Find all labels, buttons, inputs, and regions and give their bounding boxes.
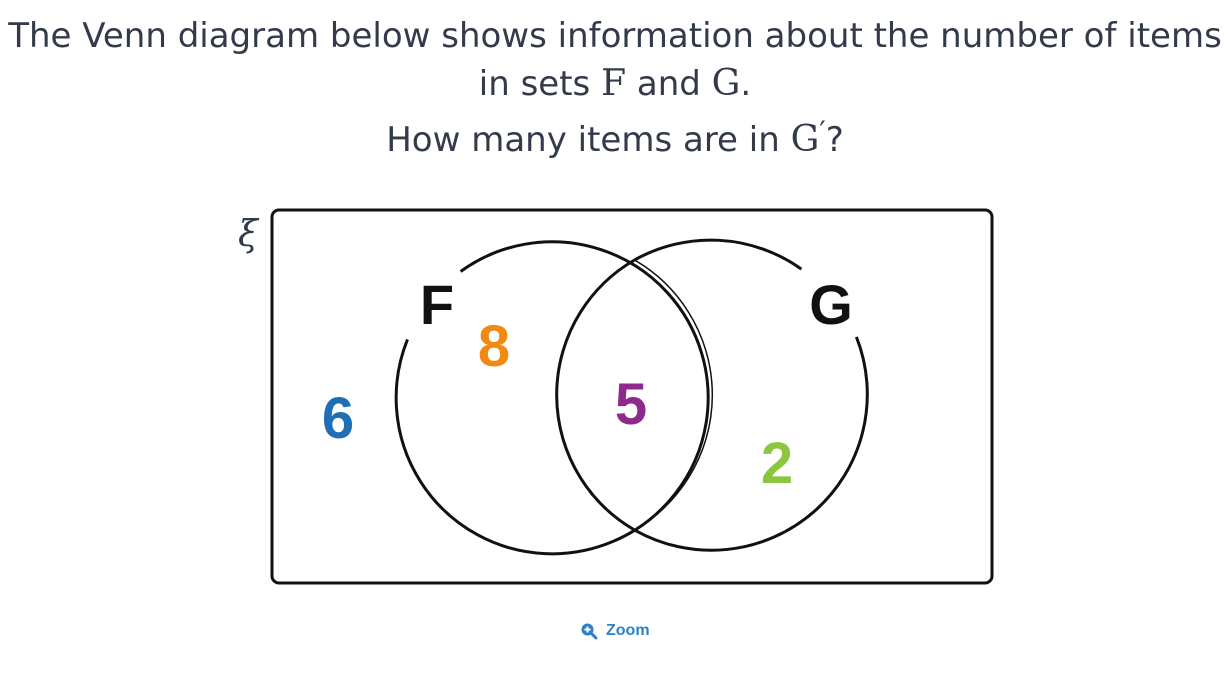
zoom-button[interactable]: Zoom	[580, 618, 650, 644]
region-intersection-value: 5	[615, 372, 647, 437]
region-f-only-value: 8	[478, 314, 510, 379]
universal-set-symbol: ξ	[238, 214, 260, 255]
set-g-label: G	[809, 273, 853, 336]
region-g-only-value: 2	[761, 431, 793, 496]
set-f-label: F	[420, 273, 454, 336]
zoom-in-icon[interactable]	[580, 622, 598, 640]
venn-diagram: ξ F G 6 8 5 2	[238, 208, 994, 585]
page: The Venn diagram below shows information…	[0, 0, 1230, 673]
region-outside-value: 6	[322, 386, 354, 451]
zoom-label[interactable]: Zoom	[606, 622, 650, 640]
